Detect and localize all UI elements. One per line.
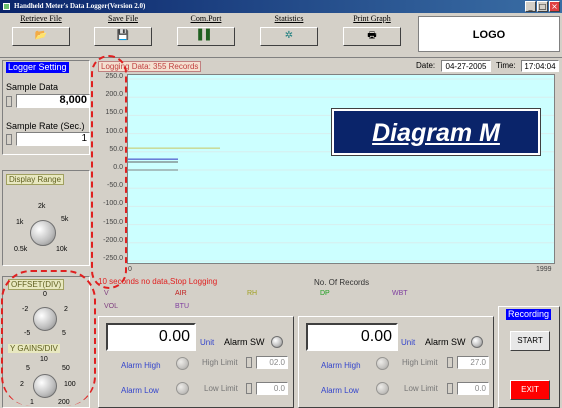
legend-item: WBT: [392, 290, 408, 297]
com-port-tool[interactable]: Com.Port ▌▌: [171, 13, 241, 53]
data-plot: [127, 74, 555, 264]
start-button[interactable]: START: [510, 331, 550, 351]
annotation-oval: [1, 270, 96, 406]
statistics-label: Statistics: [274, 14, 304, 23]
sample-data-field[interactable]: 8,000: [16, 94, 90, 108]
retrieve-file-label: Retrieve File: [20, 14, 62, 23]
legend-item: BTU: [175, 303, 189, 310]
meter-2-high-limit-field[interactable]: 27.0: [457, 356, 489, 369]
range-tick: 10k: [56, 246, 68, 253]
meter-1-alarm-high-led: [176, 357, 189, 370]
meter-1-unit: Unit: [200, 338, 215, 347]
meter-2-alarm-switch[interactable]: [471, 336, 483, 348]
date-field: 04-27-2005: [441, 60, 491, 72]
close-button[interactable]: ×: [549, 1, 560, 12]
display-range-knob[interactable]: [30, 220, 56, 246]
x-tick-label: 0: [128, 266, 132, 273]
statistics-icon[interactable]: ✲: [260, 27, 318, 46]
range-tick: 1k: [16, 219, 24, 226]
exit-button[interactable]: EXIT: [510, 380, 550, 400]
date-label: Date:: [416, 61, 436, 70]
floppy-disk-icon[interactable]: 💾: [94, 27, 152, 46]
meter-1-low-limit-field[interactable]: 0.0: [256, 382, 288, 395]
sample-data-spinner[interactable]: [6, 96, 12, 107]
range-tick: 2k: [38, 203, 46, 210]
meter-1-high-limit-field[interactable]: 02.0: [256, 356, 288, 369]
meter-2-alarm-low-led: [376, 382, 389, 395]
meter-2-alarm-high-led: [376, 357, 389, 370]
diagram-label: Diagram M: [331, 108, 541, 156]
print-graph-tool[interactable]: Print Graph 🖶: [337, 13, 407, 53]
legend-item: AIR: [175, 290, 187, 297]
com-port-label: Com.Port: [190, 14, 222, 23]
meter-1-alarm-high-label: Alarm High: [121, 361, 161, 370]
app-icon: [3, 3, 10, 10]
meter-1-alarm-switch[interactable]: [271, 336, 283, 348]
window-title: Handheld Meter's Data Logger(Version 2.0…: [14, 2, 146, 10]
print-graph-label: Print Graph: [353, 14, 391, 23]
retrieve-file-tool[interactable]: Retrieve File 📂: [6, 13, 76, 53]
title-bar: Handheld Meter's Data Logger(Version 2.0…: [0, 0, 562, 13]
minimize-button[interactable]: _: [525, 1, 536, 12]
meter-2-high-limit-spinner[interactable]: [447, 357, 453, 368]
time-field: 17:04:04: [521, 60, 559, 72]
display-range-title: Display Range: [6, 174, 65, 185]
meter-1-alarm-low-label: Alarm Low: [121, 386, 159, 395]
meter-2-alarm-sw-label: Alarm SW: [425, 337, 466, 347]
x-tick-label: 1999: [536, 266, 552, 273]
meter-2-unit: Unit: [401, 338, 416, 347]
legend-item: V: [104, 290, 109, 297]
range-tick: 5k: [61, 216, 69, 223]
meter-1-alarm-sw-label: Alarm SW: [224, 337, 265, 347]
x-axis-label: No. Of Records: [314, 278, 370, 287]
recording-title: Recording: [506, 309, 552, 320]
meter-2-low-limit-label: Low Limit: [404, 384, 438, 393]
save-file-tool[interactable]: Save File 💾: [88, 13, 158, 53]
range-tick: 0.5k: [14, 246, 28, 253]
logger-setting-title: Logger Setting: [6, 62, 69, 73]
annotation-oval: [91, 55, 127, 289]
legend-item: DP: [320, 290, 330, 297]
folder-open-icon[interactable]: 📂: [12, 27, 70, 46]
meter-2-alarm-low-label: Alarm Low: [321, 386, 359, 395]
port-icon[interactable]: ▌▌: [177, 27, 235, 46]
sample-rate-label: Sample Rate (Sec.): [6, 121, 85, 131]
sample-rate-spinner[interactable]: [6, 134, 12, 145]
save-file-label: Save File: [108, 14, 138, 23]
time-label: Time:: [496, 61, 516, 70]
meter-2-alarm-high-label: Alarm High: [321, 361, 361, 370]
meter-2-low-limit-spinner[interactable]: [447, 383, 453, 394]
logo: LOGO: [418, 16, 560, 52]
meter-2-low-limit-field[interactable]: 0.0: [457, 382, 489, 395]
sample-data-label: Sample Data: [6, 82, 59, 92]
sample-rate-field[interactable]: 1: [16, 132, 90, 146]
meter-1-high-limit-label: High Limit: [202, 358, 238, 367]
meter-1-value: 0.00: [106, 323, 196, 351]
legend-item: VOL: [104, 303, 119, 310]
meter-1-high-limit-spinner[interactable]: [246, 357, 252, 368]
statistics-tool[interactable]: Statistics ✲: [254, 13, 324, 53]
maximize-button[interactable]: □: [537, 1, 548, 12]
meter-1-low-limit-label: Low Limit: [204, 384, 238, 393]
meter-2-value: 0.00: [306, 323, 398, 351]
meter-2-high-limit-label: High Limit: [402, 358, 438, 367]
printer-icon[interactable]: 🖶: [343, 27, 401, 46]
meter-1-low-limit-spinner[interactable]: [246, 383, 252, 394]
legend-item: RH: [247, 290, 258, 297]
meter-1-alarm-low-led: [176, 382, 189, 395]
